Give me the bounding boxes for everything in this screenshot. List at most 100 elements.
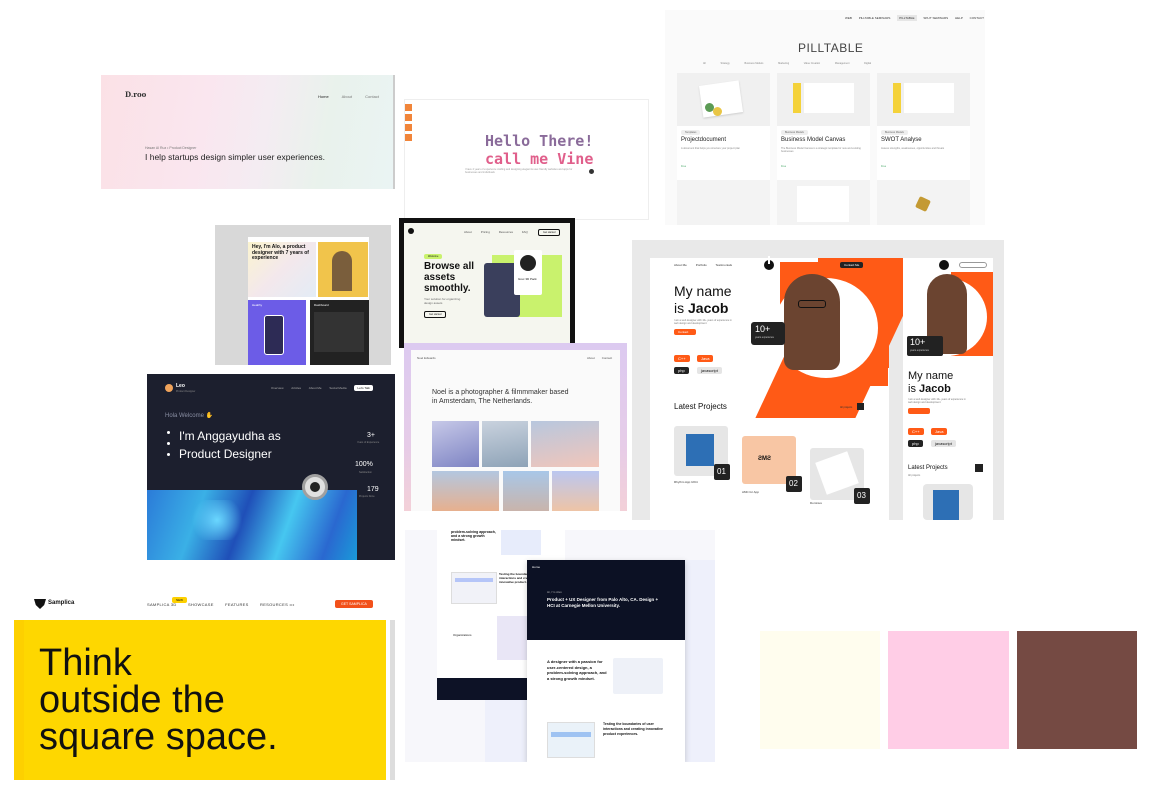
- photo[interactable]: [432, 471, 499, 511]
- nav-item[interactable]: HELP: [955, 16, 963, 20]
- filter[interactable]: Digital: [864, 62, 871, 65]
- nav-item[interactable]: SHOWCASE: [188, 602, 214, 607]
- nav-item[interactable]: SPLIT SEMINARS: [923, 16, 948, 20]
- filter[interactable]: All: [703, 62, 706, 65]
- scroll-icon[interactable]: [589, 169, 594, 174]
- page-title: PILLTABLE: [798, 41, 864, 55]
- nav-item[interactable]: About Me: [309, 386, 322, 390]
- nav-item[interactable]: About Me: [674, 263, 687, 267]
- headline-2: outside the: [39, 679, 225, 721]
- nav: Overview Articles About Me Social Media …: [271, 385, 373, 391]
- nav-item[interactable]: RESOURCES •••: [260, 602, 295, 607]
- pilltable-screenshot: WEB PILLTABLE SEMINARS PILLTABLE SPLIT S…: [665, 10, 985, 225]
- filter[interactable]: Value Creation: [804, 62, 820, 65]
- badge: Welcome: [424, 254, 443, 259]
- filter[interactable]: Strategy: [720, 62, 729, 65]
- thumbnail[interactable]: [613, 658, 663, 694]
- browse-screenshot: About Pricing Resources FAQ Get started …: [399, 218, 575, 348]
- arrow-icon[interactable]: [975, 464, 983, 472]
- product-name: Grec 3D Pack: [518, 277, 537, 281]
- photo[interactable]: [552, 471, 599, 511]
- nav-contact[interactable]: Contact: [365, 94, 379, 99]
- headline-1: Hello There!: [485, 132, 594, 150]
- stat-satisfaction: 100%: [355, 461, 373, 468]
- card-title: Projectdocument: [681, 137, 727, 143]
- social-icon[interactable]: [405, 134, 412, 141]
- scrollbar[interactable]: [390, 620, 395, 780]
- template-card[interactable]: [877, 180, 970, 225]
- contact-cta[interactable]: Contact: [674, 329, 696, 335]
- welcome-label: Hola Welcome: [165, 413, 204, 419]
- social-icon[interactable]: [405, 124, 412, 131]
- nav-item[interactable]: CONTACT: [970, 16, 984, 20]
- tag: Business Models: [781, 130, 808, 135]
- photo[interactable]: [503, 471, 549, 511]
- latest-projects: Latest Projects: [674, 402, 727, 411]
- contact-cta[interactable]: [908, 408, 930, 414]
- social-icon[interactable]: [405, 114, 412, 121]
- nav-item[interactable]: Articles: [291, 386, 301, 390]
- contact-button[interactable]: Contact Me: [840, 262, 864, 268]
- social-icon[interactable]: [405, 104, 412, 111]
- nav-item[interactable]: About: [587, 356, 595, 360]
- tag-cpp: C++: [908, 428, 924, 435]
- nav-item[interactable]: PILLTABLE SEMINARS: [859, 16, 891, 20]
- photo[interactable]: [432, 421, 479, 467]
- intro: I am a web designer with 10+ years of ex…: [674, 319, 732, 325]
- nav-item[interactable]: Resources: [499, 230, 513, 234]
- filter[interactable]: Business Models: [745, 62, 764, 65]
- logo-icon: [408, 228, 414, 234]
- template-card[interactable]: Business Models SWOT Analyse Assess stre…: [877, 73, 970, 183]
- nav-item[interactable]: FEATURES: [225, 602, 248, 607]
- nav-item[interactable]: Portfolio: [696, 263, 707, 267]
- tag-java: Java: [697, 355, 714, 362]
- nav-item[interactable]: Overview: [271, 386, 284, 390]
- card-meta: Free: [781, 165, 787, 168]
- nav-item[interactable]: Social Media: [329, 386, 346, 390]
- template-card[interactable]: [777, 180, 870, 225]
- cta-button[interactable]: Get started: [424, 311, 447, 318]
- project-label: Dominus: [810, 501, 822, 505]
- experience-num: 10+: [910, 337, 926, 347]
- template-card[interactable]: Business Models Business Model Canvas Th…: [777, 73, 870, 183]
- card-label: Dashboard: [314, 303, 329, 307]
- filter[interactable]: Management: [835, 62, 850, 65]
- get-samplica-button[interactable]: GET SAMPLICA: [335, 600, 373, 608]
- stat-projects-label: Projects Done: [359, 495, 375, 498]
- all-projects-link[interactable]: All projects: [840, 406, 852, 409]
- nav-item[interactable]: PILLTABLE: [897, 15, 917, 21]
- card-label: Healthy: [252, 303, 263, 307]
- thumbnail[interactable]: [547, 722, 595, 758]
- product-image: [520, 255, 536, 271]
- template-card[interactable]: Templates Projectdocument A document tha…: [677, 73, 770, 183]
- photo[interactable]: [531, 421, 599, 467]
- menu-button[interactable]: [959, 262, 987, 268]
- nav-item[interactable]: Contact: [602, 356, 612, 360]
- intro: Hi, I'm Alex: [547, 590, 562, 594]
- nav-item[interactable]: FAQ: [522, 230, 528, 234]
- nav-item[interactable]: Testimonials: [715, 263, 732, 267]
- vine-screenshot: Hello There! call me Vine I have 4 years…: [404, 99, 649, 220]
- nav-cta[interactable]: Let's Talk: [354, 385, 373, 391]
- nav-item[interactable]: About: [464, 230, 472, 234]
- nav-item[interactable]: Pricing: [481, 230, 490, 234]
- cta-top[interactable]: Get started: [538, 229, 561, 236]
- experience-num: 10+: [755, 324, 771, 334]
- name: Jacob: [919, 383, 951, 395]
- alo-screenshot: Hey, I'm Alo, a product designer with 7 …: [215, 225, 391, 365]
- nav-about[interactable]: About: [342, 94, 352, 99]
- top-nav: WEB PILLTABLE SEMINARS PILLTABLE SPLIT S…: [845, 15, 984, 21]
- thumbnail[interactable]: [451, 572, 497, 604]
- color-swatch-pink: [888, 631, 1009, 749]
- template-card[interactable]: [677, 180, 770, 225]
- nav-home[interactable]: Home: [318, 94, 329, 99]
- arrow-icon[interactable]: [857, 403, 864, 410]
- project-logo: ƧMƧ: [758, 456, 772, 462]
- all-projects-link[interactable]: All projects: [908, 474, 920, 477]
- headline: I help startups design simpler user expe…: [145, 152, 326, 162]
- dark-nav[interactable]: Home: [532, 565, 540, 569]
- nav-item[interactable]: WEB: [845, 16, 852, 20]
- photo[interactable]: [482, 421, 528, 467]
- filter[interactable]: Marketing: [778, 62, 789, 65]
- stat-projects: 179: [367, 486, 379, 493]
